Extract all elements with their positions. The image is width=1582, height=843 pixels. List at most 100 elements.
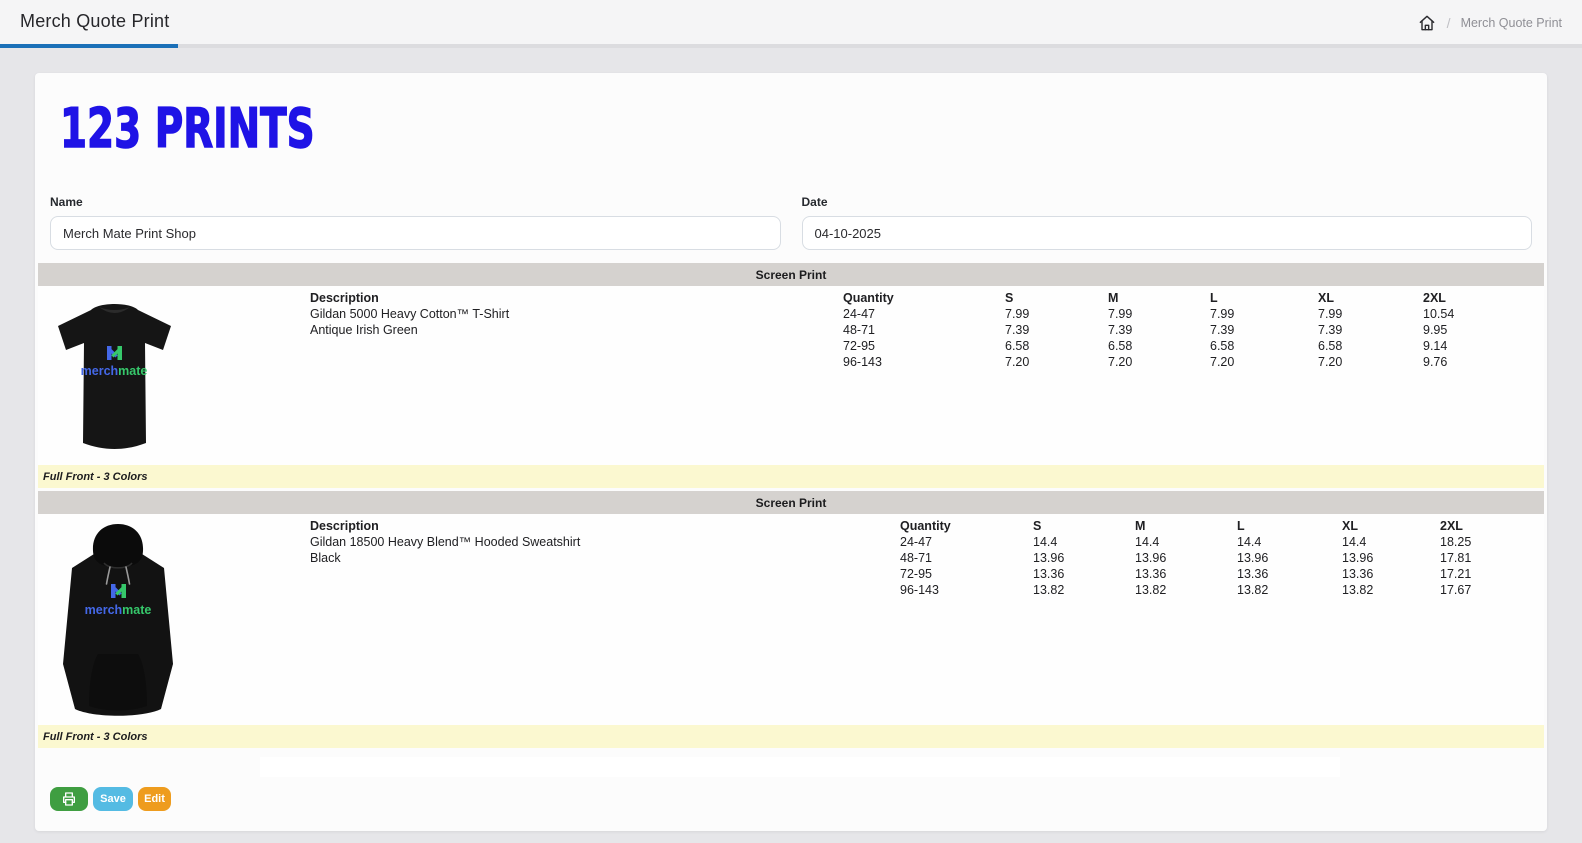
cell-m: 13.82 [1135,583,1237,599]
cell-quantity: 24-47 [900,535,1033,551]
cell-l: 13.82 [1237,583,1342,599]
breadcrumb: / Merch Quote Print [1417,10,1562,36]
cell-quantity: 72-95 [843,339,1005,355]
cell-quantity: 96-143 [843,355,1005,371]
cell-description: Gildan 18500 Heavy Blend™ Hooded Sweatsh… [310,535,900,551]
cell-s: 7.20 [1005,355,1108,371]
name-input[interactable] [50,216,781,250]
cell-quantity: 96-143 [900,583,1033,599]
date-label: Date [802,195,1533,209]
cell-2xl: 18.25 [1440,535,1544,551]
name-field-group: Name [50,195,781,250]
cell-xl: 7.99 [1318,307,1423,323]
col-header-xl: XL [1318,291,1423,307]
breadcrumb-current: Merch Quote Print [1461,16,1562,30]
col-header-m: M [1108,291,1210,307]
col-header-s: S [1005,291,1108,307]
cell-l: 7.99 [1210,307,1318,323]
cell-2xl: 9.14 [1423,339,1544,355]
col-header-2xl: 2XL [1440,519,1544,535]
cell-m: 13.96 [1135,551,1237,567]
cell-xl: 6.58 [1318,339,1423,355]
cell-2xl: 17.67 [1440,583,1544,599]
cell-s: 13.82 [1033,583,1135,599]
cell-description [310,355,843,371]
cell-l: 7.39 [1210,323,1318,339]
active-tab-underline [0,44,178,48]
product-image-hoodie: merchmate [38,514,310,725]
action-buttons: Save Edit [50,787,171,811]
cell-2xl: 10.54 [1423,307,1544,323]
header-divider [0,44,1582,48]
home-icon[interactable] [1417,13,1437,33]
column-header-row: Description Quantity S M L XL 2XL [310,519,1544,535]
cell-quantity: 48-71 [900,551,1033,567]
save-button[interactable]: Save [93,787,133,811]
shirt-brand-text: merchmate [85,603,152,617]
table-row: 96-143 13.82 13.82 13.82 13.82 17.67 [310,583,1544,599]
shirt-brand-text: merchmate [81,364,148,378]
table-row: Antique Irish Green 48-71 7.39 7.39 7.39… [310,323,1544,339]
cell-quantity: 48-71 [843,323,1005,339]
cell-xl: 7.20 [1318,355,1423,371]
quote-sections: Screen Print merchmate [38,263,1544,748]
date-field-group: Date [802,195,1533,250]
table-row: Gildan 5000 Heavy Cotton™ T-Shirt 24-47 … [310,307,1544,323]
cell-s: 6.58 [1005,339,1108,355]
section-title: Screen Print [38,263,1544,286]
quote-form: Name Date [50,195,1532,250]
cell-m: 7.20 [1108,355,1210,371]
section-title: Screen Print [38,491,1544,514]
cell-xl: 13.36 [1342,567,1440,583]
cell-l: 13.36 [1237,567,1342,583]
cell-quantity: 24-47 [843,307,1005,323]
cell-2xl: 17.21 [1440,567,1544,583]
cell-s: 13.36 [1033,567,1135,583]
cell-2xl: 9.95 [1423,323,1544,339]
col-header-quantity: Quantity [843,291,1005,307]
edit-button[interactable]: Edit [138,787,171,811]
col-header-description: Description [310,291,843,307]
print-button[interactable] [50,787,88,811]
cell-description: Gildan 5000 Heavy Cotton™ T-Shirt [310,307,843,323]
cell-xl: 7.39 [1318,323,1423,339]
table-row: 72-95 6.58 6.58 6.58 6.58 9.14 [310,339,1544,355]
cell-xl: 13.82 [1342,583,1440,599]
table-row: Black 48-71 13.96 13.96 13.96 13.96 17.8… [310,551,1544,567]
cell-description [310,567,900,583]
pricing-table-hoodie: Description Quantity S M L XL 2XL Gildan… [310,519,1544,599]
col-header-2xl: 2XL [1423,291,1544,307]
col-header-l: L [1237,519,1342,535]
cell-m: 13.36 [1135,567,1237,583]
cell-s: 7.99 [1005,307,1108,323]
table-row: 72-95 13.36 13.36 13.36 13.36 17.21 [310,567,1544,583]
col-header-quantity: Quantity [900,519,1033,535]
cell-m: 6.58 [1108,339,1210,355]
cell-description: Black [310,551,900,567]
company-logo: 123 PRINTS [60,99,315,158]
col-header-m: M [1135,519,1237,535]
top-header-bar: Merch Quote Print / Merch Quote Print [0,0,1582,48]
cell-s: 14.4 [1033,535,1135,551]
col-header-description: Description [310,519,900,535]
cell-l: 7.20 [1210,355,1318,371]
cell-description [310,583,900,599]
name-label: Name [50,195,781,209]
cell-s: 7.39 [1005,323,1108,339]
pricing-table-tshirt: Description Quantity S M L XL 2XL Gildan… [310,291,1544,371]
cell-description: Antique Irish Green [310,323,843,339]
page-title: Merch Quote Print [20,11,169,32]
date-input[interactable] [802,216,1533,250]
cell-xl: 14.4 [1342,535,1440,551]
col-header-s: S [1033,519,1135,535]
cell-2xl: 17.81 [1440,551,1544,567]
print-location-bar: Full Front - 3 Colors [38,725,1544,748]
tshirt-graphic: merchmate [47,299,182,452]
breadcrumb-separator: / [1447,15,1451,31]
quote-card: 123 PRINTS Name Date Screen Print [35,73,1547,831]
quote-section-tshirt: Screen Print merchmate [38,263,1544,488]
cell-m: 14.4 [1135,535,1237,551]
column-header-row: Description Quantity S M L XL 2XL [310,291,1544,307]
hoodie-graphic: merchmate [53,522,183,720]
table-row: 96-143 7.20 7.20 7.20 7.20 9.76 [310,355,1544,371]
